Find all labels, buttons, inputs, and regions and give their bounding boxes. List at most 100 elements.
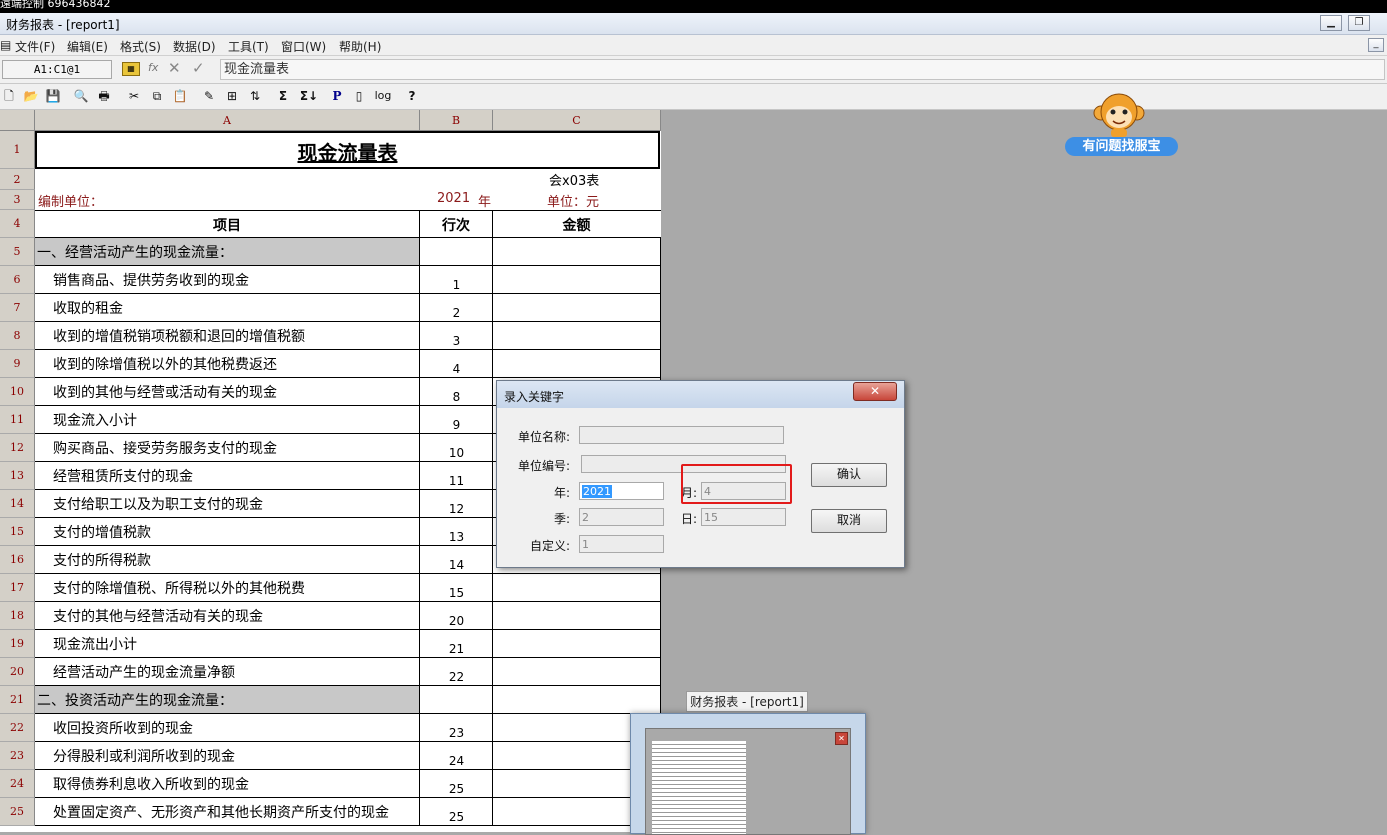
amount-cell[interactable] xyxy=(493,350,661,378)
row-header[interactable]: 5 xyxy=(0,238,35,266)
cancel-edit-icon[interactable]: ✕ xyxy=(168,59,181,77)
row-header[interactable]: 18 xyxy=(0,602,35,630)
accept-edit-icon[interactable]: ✓ xyxy=(192,59,205,77)
row-header[interactable]: 13 xyxy=(0,462,35,490)
taskbar-preview-thumbnail[interactable]: ✕ xyxy=(630,713,866,835)
row-header[interactable]: 4 xyxy=(0,210,35,238)
row-header[interactable]: 7 xyxy=(0,294,35,322)
fx-icon[interactable]: fx xyxy=(148,61,158,74)
line-number: 25 xyxy=(448,810,465,824)
new-file-icon[interactable]: 🗋 xyxy=(0,87,18,105)
quarter-field[interactable]: 2 xyxy=(579,508,664,526)
menu-window[interactable]: 窗口(W) xyxy=(281,38,326,55)
row-header[interactable]: 3 xyxy=(0,190,35,210)
confirm-button[interactable]: 确认 xyxy=(811,463,887,487)
amount-cell[interactable] xyxy=(493,322,661,350)
row-header[interactable]: 8 xyxy=(0,322,35,350)
menu-format[interactable]: 格式(S) xyxy=(120,38,161,55)
amount-cell[interactable] xyxy=(493,574,661,602)
amount-cell[interactable] xyxy=(493,658,661,686)
custom-field[interactable]: 1 xyxy=(579,535,664,553)
row-header[interactable]: 12 xyxy=(0,434,35,462)
insert-cells-icon[interactable]: ⊞ xyxy=(223,87,241,105)
amount-cell[interactable] xyxy=(493,686,661,714)
row-header[interactable]: 17 xyxy=(0,574,35,602)
row-header[interactable]: 15 xyxy=(0,518,35,546)
copy-icon[interactable]: ⧉ xyxy=(148,87,166,105)
row-header[interactable]: 10 xyxy=(0,378,35,406)
row-header[interactable]: 20 xyxy=(0,658,35,686)
cut-icon[interactable]: ✂ xyxy=(125,87,143,105)
sum-down-icon[interactable]: Σ↓ xyxy=(298,87,320,105)
item-label: 销售商品、提供劳务收到的现金 xyxy=(53,273,249,289)
row-header[interactable]: 14 xyxy=(0,490,35,518)
column-header-a[interactable]: A xyxy=(35,110,420,131)
amount-cell[interactable] xyxy=(493,602,661,630)
preview-close-icon[interactable]: ✕ xyxy=(835,732,848,745)
log-icon[interactable]: log xyxy=(372,87,394,105)
menu-tools[interactable]: 工具(T) xyxy=(228,38,269,55)
paste-icon[interactable]: 📋 xyxy=(171,87,189,105)
cancel-button[interactable]: 取消 xyxy=(811,509,887,533)
column-header-b[interactable]: B xyxy=(420,110,493,131)
formula-input[interactable]: 现金流量表 xyxy=(220,59,1385,80)
sort-icon[interactable]: ⇅ xyxy=(246,87,264,105)
report-title: 现金流量表 xyxy=(297,141,398,165)
app-menu-icon[interactable]: ▤ xyxy=(0,38,11,52)
row-header[interactable]: 16 xyxy=(0,546,35,574)
line-number: 14 xyxy=(448,558,465,572)
unit-label: 编制单位： xyxy=(38,195,104,210)
open-folder-icon[interactable]: 📂 xyxy=(22,87,40,105)
function-wizard-icon[interactable]: ▦ xyxy=(122,62,140,76)
print-icon[interactable]: 🖶 xyxy=(95,87,113,105)
p-icon[interactable]: P xyxy=(328,87,346,105)
line-number: 2 xyxy=(452,306,461,320)
row-header[interactable]: 19 xyxy=(0,630,35,658)
page-icon[interactable]: ▯ xyxy=(350,87,368,105)
dialog-close-button[interactable]: ✕ xyxy=(853,382,897,401)
taskbar-preview-title[interactable]: 财务报表 - [report1] xyxy=(686,691,808,712)
sum-icon[interactable]: Σ xyxy=(274,87,292,105)
save-icon[interactable]: 💾 xyxy=(44,87,62,105)
menu-help[interactable]: 帮助(H) xyxy=(339,38,381,55)
menu-edit[interactable]: 编辑(E) xyxy=(67,38,108,55)
row-header[interactable]: 9 xyxy=(0,350,35,378)
item-label: 现金流出小计 xyxy=(53,637,137,653)
unit-name-field[interactable] xyxy=(579,426,784,444)
year-field[interactable]: 2021 xyxy=(579,482,664,500)
preview-window xyxy=(645,728,851,835)
row-header[interactable]: 22 xyxy=(0,714,35,742)
column-header-c[interactable]: C xyxy=(493,110,661,131)
menu-data[interactable]: 数据(D) xyxy=(173,38,216,55)
item-label: 收到的除增值税以外的其他税费返还 xyxy=(53,357,277,373)
cell-reference-box[interactable]: A1:C1@1 xyxy=(2,60,112,79)
row-header[interactable]: 24 xyxy=(0,770,35,798)
line-number: 22 xyxy=(448,670,465,684)
dialog-titlebar[interactable]: 录入关键字 ✕ xyxy=(497,381,904,408)
line-number-cell[interactable] xyxy=(420,686,493,714)
amount-cell[interactable] xyxy=(493,294,661,322)
day-field[interactable]: 15 xyxy=(701,508,786,526)
amount-cell[interactable] xyxy=(493,238,661,266)
monkey-mascot-icon[interactable] xyxy=(1093,91,1145,137)
row-header[interactable]: 1 xyxy=(0,131,35,169)
amount-cell[interactable] xyxy=(493,266,661,294)
sheet-corner[interactable] xyxy=(0,110,35,131)
menu-file[interactable]: 文件(F) xyxy=(15,38,55,55)
row-header[interactable]: 25 xyxy=(0,798,35,826)
print-preview-icon[interactable]: 🔍 xyxy=(72,87,90,105)
mdi-minimize-button[interactable]: _ xyxy=(1368,38,1384,52)
amount-cell[interactable] xyxy=(493,630,661,658)
minimize-button[interactable]: ▁ xyxy=(1320,15,1342,31)
row-header[interactable]: 21 xyxy=(0,686,35,714)
helper-label[interactable]: 有问题找服宝 xyxy=(1065,137,1178,156)
item-label: 支付的所得税款 xyxy=(53,553,151,569)
context-help-icon[interactable]: ? xyxy=(403,87,421,105)
restore-button[interactable]: ❐ xyxy=(1348,15,1370,31)
row-header[interactable]: 23 xyxy=(0,742,35,770)
row-header[interactable]: 11 xyxy=(0,406,35,434)
format-brush-icon[interactable]: ✎ xyxy=(200,87,218,105)
line-number-cell[interactable] xyxy=(420,238,493,266)
row-header[interactable]: 6 xyxy=(0,266,35,294)
row-header[interactable]: 2 xyxy=(0,169,35,190)
